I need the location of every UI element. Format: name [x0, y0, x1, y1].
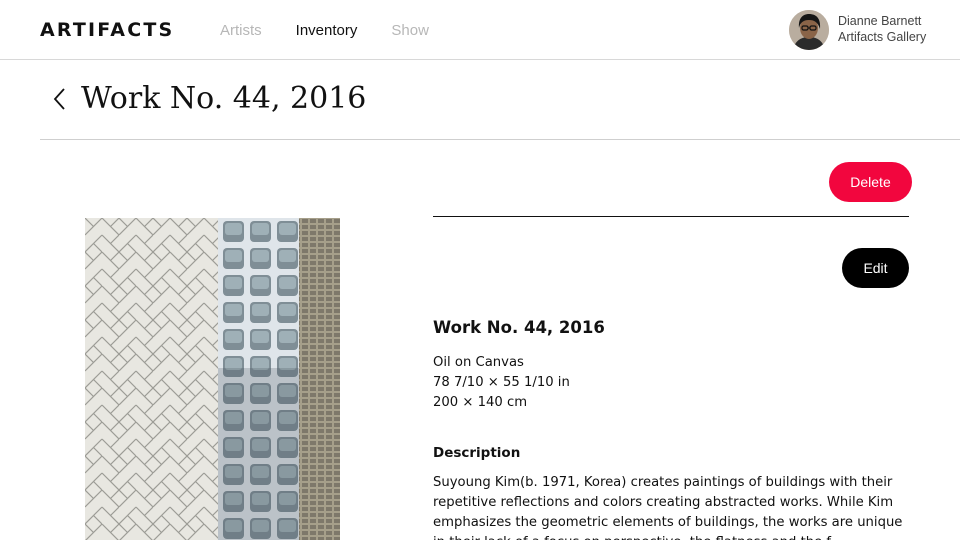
title-divider [40, 139, 960, 140]
brand-logo[interactable]: ARTIFACTS [40, 19, 174, 41]
main-nav: Artists Inventory Show [220, 21, 429, 41]
nav-item-inventory[interactable]: Inventory [296, 21, 358, 41]
chevron-left-icon [53, 88, 65, 110]
artwork-image [85, 218, 340, 540]
nav-item-artists[interactable]: Artists [220, 21, 262, 41]
artwork-title: Work No. 44, 2016 [433, 318, 605, 337]
description-text: Suyoung Kim(b. 1971, Korea) creates pain… [433, 475, 903, 540]
artwork-medium: Oil on Canvas [433, 355, 524, 370]
back-button[interactable] [50, 86, 70, 112]
artwork-dimensions-in: 78 7/10 × 55 1/10 in [433, 375, 570, 390]
page-title: Work No. 44, 2016 [81, 81, 367, 116]
top-navigation-bar: ARTIFACTS Artists Inventory Show Dianne … [0, 0, 960, 60]
panel-divider [433, 216, 909, 217]
delete-button[interactable]: Delete [829, 162, 912, 202]
user-name: Dianne Barnett [838, 14, 922, 28]
artwork-dimensions-cm: 200 × 140 cm [433, 395, 528, 410]
nav-item-show[interactable]: Show [391, 21, 429, 41]
user-info[interactable]: Dianne Barnett Artifacts Gallery [838, 13, 926, 45]
edit-button[interactable]: Edit [842, 248, 909, 288]
user-avatar[interactable] [789, 10, 829, 50]
description-heading: Description [433, 445, 521, 461]
avatar-image [789, 10, 829, 50]
user-organization: Artifacts Gallery [838, 30, 927, 44]
